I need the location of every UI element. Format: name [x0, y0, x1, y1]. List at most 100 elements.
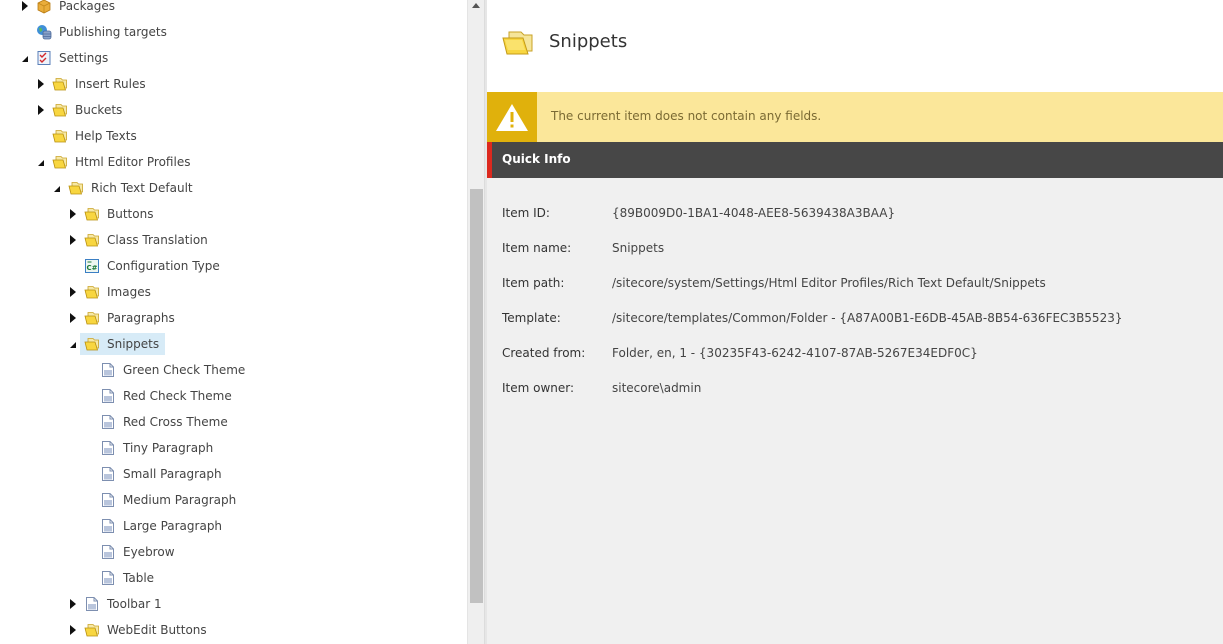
tree-item-body[interactable]: Snippets — [80, 333, 166, 355]
quick-info-value[interactable]: /sitecore/templates/Common/Folder - {A87… — [612, 311, 1122, 325]
tree-item[interactable]: Eyebrow — [84, 541, 181, 563]
folder-icon — [52, 128, 68, 144]
tree-item[interactable]: Snippets — [68, 333, 166, 355]
tree-item-body[interactable]: Settings — [32, 47, 114, 69]
tree-item[interactable]: Red Check Theme — [84, 385, 238, 407]
document-icon — [100, 570, 116, 586]
document-icon — [84, 596, 100, 612]
tree-item-body[interactable]: Class Translation — [80, 229, 214, 251]
collapse-arrow-icon[interactable] — [68, 339, 78, 349]
scroll-up-arrow-icon[interactable] — [472, 3, 480, 8]
tree-item-label: Large Paragraph — [123, 519, 223, 533]
folder-icon — [84, 336, 100, 352]
tree-item-body[interactable]: WebEdit Buttons — [80, 619, 213, 641]
tree-item-body[interactable]: Paragraphs — [80, 307, 181, 329]
tree-item-body[interactable]: Red Check Theme — [96, 385, 238, 407]
tree-item-body[interactable]: Packages — [32, 0, 121, 17]
tree-item-label: Help Texts — [75, 129, 137, 143]
tree-item[interactable]: Help Texts — [36, 125, 143, 147]
tree-item[interactable]: Class Translation — [68, 229, 214, 251]
tree-item-body[interactable]: Insert Rules — [48, 73, 152, 95]
tree-item-body[interactable]: Small Paragraph — [96, 463, 228, 485]
tree-item-body[interactable]: Medium Paragraph — [96, 489, 242, 511]
tree-item-body[interactable]: Images — [80, 281, 157, 303]
expand-arrow-icon[interactable] — [68, 313, 78, 323]
document-icon — [100, 492, 116, 508]
warning-icon-box — [487, 92, 537, 142]
collapse-arrow-icon[interactable] — [20, 53, 30, 63]
tree-item[interactable]: Rich Text Default — [52, 177, 199, 199]
expand-arrow-icon[interactable] — [68, 235, 78, 245]
tree-item[interactable]: Large Paragraph — [84, 515, 228, 537]
tree-item[interactable]: Insert Rules — [36, 73, 152, 95]
tree-item-body[interactable]: Table — [96, 567, 160, 589]
tree-item[interactable]: Publishing targets — [20, 21, 173, 43]
expand-arrow-icon[interactable] — [36, 105, 46, 115]
content-editor: Snippets The current item does not conta… — [487, 0, 1223, 644]
settings-checklist-icon — [36, 50, 52, 66]
quick-info-value[interactable]: Snippets — [612, 241, 664, 255]
scroll-thumb[interactable] — [470, 189, 483, 603]
tree-item[interactable]: Html Editor Profiles — [36, 151, 196, 173]
csharp-icon: C# — [84, 258, 100, 274]
tree-item-body[interactable]: Green Check Theme — [96, 359, 251, 381]
tree-item-body[interactable]: Eyebrow — [96, 541, 181, 563]
tree-item-body[interactable]: Tiny Paragraph — [96, 437, 219, 459]
document-icon — [100, 518, 116, 534]
document-icon — [100, 414, 116, 430]
quick-info-value[interactable]: sitecore\admin — [612, 381, 701, 395]
collapse-arrow-icon[interactable] — [52, 183, 62, 193]
tree-item[interactable]: Settings — [20, 47, 114, 69]
tree-item[interactable]: Tiny Paragraph — [84, 437, 219, 459]
tree-scrollbar[interactable] — [467, 0, 484, 644]
tree-item[interactable]: Small Paragraph — [84, 463, 228, 485]
expand-arrow-icon[interactable] — [68, 599, 78, 609]
tree-item-label: Packages — [59, 0, 115, 13]
item-title: Snippets — [549, 31, 628, 52]
tree-item[interactable]: Paragraphs — [68, 307, 181, 329]
tree-item[interactable]: C# Configuration Type — [68, 255, 226, 277]
tree-item-body[interactable]: Buttons — [80, 203, 159, 225]
tree-item-label: Buckets — [75, 103, 123, 117]
tree-item-body[interactable]: Html Editor Profiles — [48, 151, 196, 173]
tree-item[interactable]: WebEdit Buttons — [68, 619, 213, 641]
tree-item[interactable]: Buttons — [68, 203, 159, 225]
expand-arrow-icon[interactable] — [68, 209, 78, 219]
document-icon — [100, 440, 116, 456]
tree-item-body[interactable]: C# Configuration Type — [80, 255, 226, 277]
tree-item[interactable]: Images — [68, 281, 157, 303]
quick-info-value[interactable]: {89B009D0-1BA1-4048-AEE8-5639438A3BAA} — [612, 206, 895, 220]
tree-item-body[interactable]: Publishing targets — [32, 21, 173, 43]
expand-arrow-icon[interactable] — [20, 1, 30, 11]
tree-item-label: Images — [107, 285, 151, 299]
tree-item-body[interactable]: Toolbar 1 — [80, 593, 168, 615]
quick-info-label: Item owner: — [502, 381, 575, 395]
tree-item[interactable]: Table — [84, 567, 160, 589]
expand-arrow-icon[interactable] — [68, 287, 78, 297]
tree-item-body[interactable]: Buckets — [48, 99, 128, 121]
quick-info-header[interactable]: Quick Info — [487, 142, 1223, 178]
collapse-arrow-icon[interactable] — [36, 157, 46, 167]
expand-arrow-icon[interactable] — [68, 625, 78, 635]
quick-info-value[interactable]: /sitecore/system/Settings/Html Editor Pr… — [612, 276, 1046, 290]
tree-item[interactable]: Buckets — [36, 99, 128, 121]
quick-info-label: Template: — [502, 311, 561, 325]
item-header: Snippets — [487, 0, 1223, 92]
tree-item[interactable]: Red Cross Theme — [84, 411, 234, 433]
quick-info-value[interactable]: Folder, en, 1 - {30235F43-6242-4107-87AB… — [612, 346, 978, 360]
tree-item-body[interactable]: Red Cross Theme — [96, 411, 234, 433]
tree-item[interactable]: Packages — [20, 0, 121, 17]
document-icon — [100, 466, 116, 482]
expand-arrow-icon[interactable] — [36, 79, 46, 89]
tree-item-body[interactable]: Large Paragraph — [96, 515, 228, 537]
tree-item-body[interactable]: Help Texts — [48, 125, 143, 147]
tree-item[interactable]: Green Check Theme — [84, 359, 251, 381]
tree-item-label: WebEdit Buttons — [107, 623, 207, 637]
tree-item-label: Small Paragraph — [123, 467, 222, 481]
tree-item-label: Medium Paragraph — [123, 493, 237, 507]
tree-item-body[interactable]: Rich Text Default — [64, 177, 199, 199]
quick-info-label: Item name: — [502, 241, 572, 255]
tree-item[interactable]: Medium Paragraph — [84, 489, 242, 511]
tree-item[interactable]: Toolbar 1 — [68, 593, 168, 615]
tree-item-label: Red Check Theme — [123, 389, 232, 403]
